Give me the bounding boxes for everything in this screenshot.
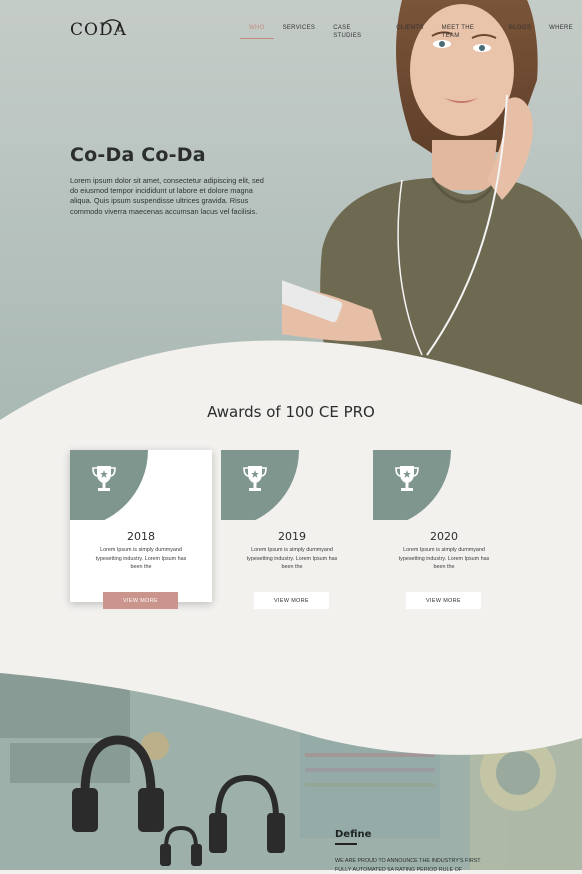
nav-item-blogs[interactable]: BLOGS (500, 24, 540, 38)
wave-divider-top (0, 340, 582, 450)
award-year: 2019 (278, 530, 306, 543)
nav-item-where[interactable]: WHERE (540, 24, 582, 38)
award-year: 2018 (127, 530, 155, 543)
view-more-button[interactable]: VIEW MORE (406, 592, 481, 609)
nav-item-case-studies[interactable]: CASE STUDIES (324, 24, 387, 39)
headphones-icon (72, 735, 285, 866)
award-description: Lorem Ipsum is simply dummyand typesetti… (398, 547, 490, 571)
award-description: Lorem Ipsum is simply dummyand typesetti… (95, 547, 187, 571)
nav-item-clients[interactable]: CLIENTS (387, 24, 432, 38)
award-year: 2020 (430, 530, 458, 543)
studio-section (0, 668, 582, 870)
hero-title: Co-Da Co-Da (70, 144, 206, 166)
award-card-2019: 2019 Lorem Ipsum is simply dummyand type… (221, 450, 363, 609)
define-title: Define (335, 829, 372, 840)
award-description: Lorem Ipsum is simply dummyand typesetti… (246, 547, 338, 571)
hero-body-text: Lorem ipsum dolor sit amet, consectetur … (70, 176, 264, 216)
award-card-2020: 2020 Lorem Ipsum is simply dummyand type… (373, 450, 515, 609)
trophy-badge (70, 450, 148, 520)
view-more-button[interactable]: VIEW MORE (103, 592, 178, 609)
main-nav: WHO SERVICES CASE STUDIES CLIENTS MEET T… (240, 24, 582, 39)
award-card-2018: 2018 Lorem Ipsum is simply dummyand type… (70, 450, 212, 609)
view-more-button[interactable]: VIEW MORE (254, 592, 329, 609)
trophy-badge (373, 450, 451, 520)
logo-arc-icon (101, 19, 121, 31)
nav-item-who[interactable]: WHO (240, 24, 274, 39)
logo[interactable]: CODA (70, 17, 126, 41)
nav-item-services[interactable]: SERVICES (274, 24, 325, 38)
trophy-badge (221, 450, 299, 520)
define-underline (335, 843, 357, 845)
nav-item-meet-the-team[interactable]: MEET THE TEAM (433, 24, 500, 39)
define-body-text: WE ARE PROUD TO ANNOUNCE THE INDUSTRY'S … (335, 858, 481, 873)
awards-title: Awards of 100 CE PRO (207, 403, 375, 421)
